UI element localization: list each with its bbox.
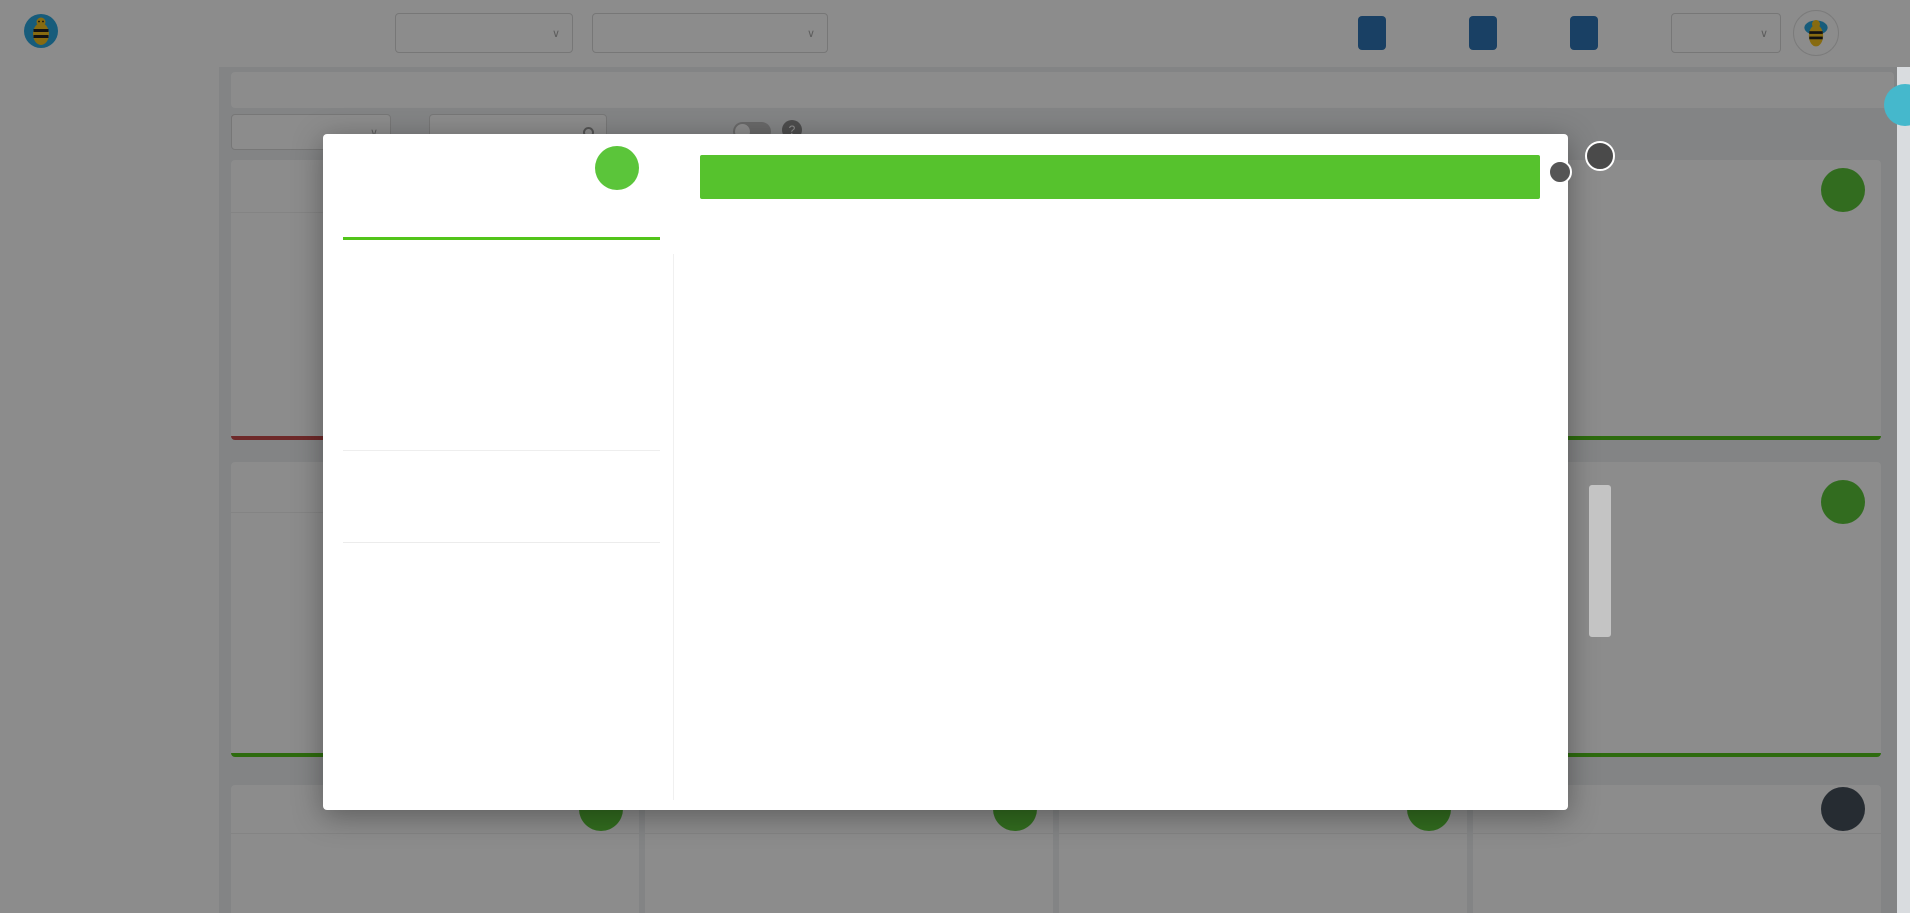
timeline-axis	[700, 204, 1540, 218]
shift-stats-table	[343, 542, 660, 543]
rapid-override-chart	[660, 645, 1560, 780]
count-change-chart	[660, 300, 1560, 440]
page-scrollbar[interactable]	[1897, 67, 1910, 913]
machine-detail-modal	[323, 134, 1568, 810]
status-timeline-bar	[700, 155, 1540, 199]
chart-help-icon[interactable]	[1548, 160, 1572, 184]
side-tab-scrollbar[interactable]	[1589, 485, 1611, 637]
close-icon[interactable]	[1585, 141, 1615, 171]
section-divider	[343, 450, 660, 451]
status-underline	[343, 237, 660, 240]
feed-override-chart	[660, 470, 1560, 610]
status-badge	[595, 146, 639, 190]
